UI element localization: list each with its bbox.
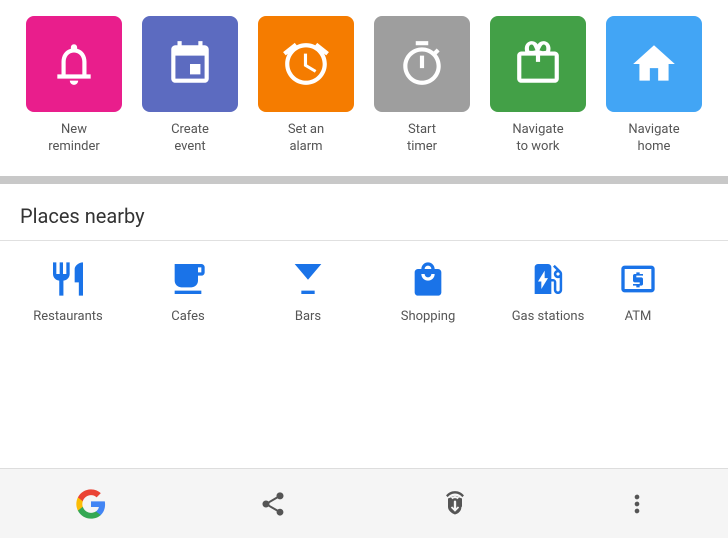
more-nav-button[interactable] xyxy=(607,474,667,534)
start-timer-label: Starttimer xyxy=(407,122,437,156)
timer-icon xyxy=(397,39,447,89)
shopping-label: Shopping xyxy=(401,309,456,324)
navigate-work-label: Navigateto work xyxy=(512,122,563,156)
action-create-event[interactable]: Createevent xyxy=(134,16,246,156)
place-bars[interactable]: Bars xyxy=(248,257,368,324)
cafe-icon xyxy=(166,257,210,301)
restaurants-label: Restaurants xyxy=(33,309,102,324)
new-reminder-label: Newreminder xyxy=(48,122,100,156)
place-cafes[interactable]: Cafes xyxy=(128,257,248,324)
places-items-row: Restaurants Cafes Bars xyxy=(0,241,728,324)
restaurant-icon xyxy=(46,257,90,301)
start-timer-icon-box xyxy=(374,16,470,112)
share-nav-button[interactable] xyxy=(243,474,303,534)
bottom-nav-bar xyxy=(0,468,728,538)
navigate-home-icon-box xyxy=(606,16,702,112)
quick-actions-grid: Newreminder Createevent Set analarm xyxy=(8,16,720,156)
atm-icon xyxy=(616,257,660,301)
quick-actions-card: Newreminder Createevent Set analarm xyxy=(0,0,728,176)
section-divider xyxy=(0,176,728,184)
places-nearby-card: Places nearby Restaurants Cafes xyxy=(0,184,728,468)
share-icon xyxy=(259,490,287,518)
navigate-home-label: Navigatehome xyxy=(628,122,679,156)
event-icon xyxy=(165,39,215,89)
create-event-icon-box xyxy=(142,16,238,112)
touch-icon xyxy=(441,490,469,518)
set-alarm-icon-box xyxy=(258,16,354,112)
bars-label: Bars xyxy=(295,309,321,324)
action-new-reminder[interactable]: Newreminder xyxy=(18,16,130,156)
gas-stations-label: Gas stations xyxy=(512,309,585,324)
place-gas-stations[interactable]: Gas stations xyxy=(488,257,608,324)
action-start-timer[interactable]: Starttimer xyxy=(366,16,478,156)
more-options-icon xyxy=(623,490,651,518)
atm-label: ATM xyxy=(625,309,652,324)
alarm-icon xyxy=(281,39,331,89)
cafes-label: Cafes xyxy=(171,309,205,324)
place-atm[interactable]: ATM xyxy=(608,257,668,324)
places-nearby-title: Places nearby xyxy=(0,184,728,240)
new-reminder-icon-box xyxy=(26,16,122,112)
action-navigate-work[interactable]: Navigateto work xyxy=(482,16,594,156)
touch-nav-button[interactable] xyxy=(425,474,485,534)
create-event-label: Createevent xyxy=(171,122,209,156)
reminder-icon xyxy=(49,39,99,89)
set-alarm-label: Set analarm xyxy=(288,122,324,156)
google-nav-button[interactable] xyxy=(61,474,121,534)
google-g-icon xyxy=(75,488,107,520)
shopping-icon xyxy=(406,257,450,301)
bar-icon xyxy=(286,257,330,301)
navigate-work-icon-box xyxy=(490,16,586,112)
action-set-alarm[interactable]: Set analarm xyxy=(250,16,362,156)
action-navigate-home[interactable]: Navigatehome xyxy=(598,16,710,156)
work-icon xyxy=(513,39,563,89)
gas-station-icon xyxy=(526,257,570,301)
place-shopping[interactable]: Shopping xyxy=(368,257,488,324)
place-restaurants[interactable]: Restaurants xyxy=(8,257,128,324)
home-icon xyxy=(629,39,679,89)
